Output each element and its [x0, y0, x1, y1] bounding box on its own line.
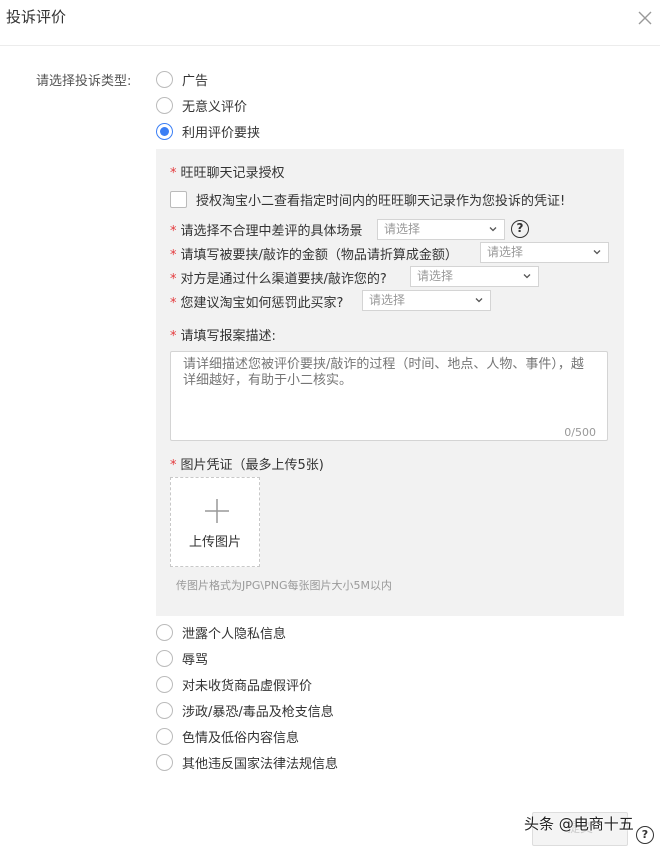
header-divider: [0, 45, 660, 46]
required-mark: *: [170, 248, 177, 263]
select-value: 请选择: [384, 222, 421, 236]
complaint-type-label: 请选择投诉类型:: [36, 74, 132, 89]
wangwang-auth-checkbox-label: 授权淘宝小二查看指定时间内的旺旺聊天记录作为您投诉的凭证!: [196, 194, 566, 209]
upload-image-button[interactable]: 上传图片: [170, 477, 260, 567]
option-label: 其他违反国家法律法规信息: [182, 756, 339, 772]
chevron-down-icon: [475, 298, 483, 303]
punish-label: * 您建议淘宝如何惩罚此买家?: [170, 296, 344, 311]
option-label: 色情及低俗内容信息: [182, 730, 300, 746]
select-value: 请选择: [369, 293, 406, 307]
amount-label: * 请填写被要挟/敲诈的金额（物品请折算成金额）: [170, 248, 458, 263]
close-icon[interactable]: [636, 9, 654, 27]
upload-hint: 传图片格式为JPG\PNG每张图片大小5M以内: [176, 579, 392, 592]
required-mark: *: [170, 458, 177, 473]
radio-button[interactable]: [156, 701, 173, 719]
chevron-down-icon: [523, 274, 531, 279]
radio-button[interactable]: [156, 96, 173, 114]
radio-button-selected[interactable]: [156, 122, 173, 140]
required-mark: *: [170, 329, 177, 344]
radio-button[interactable]: [156, 675, 173, 693]
option-politics-violence[interactable]: 涉政/暴恐/毒品及枪支信息: [156, 700, 334, 720]
char-counter: 0/500: [564, 426, 596, 439]
help-icon[interactable]: ?: [511, 220, 529, 238]
plus-icon: [205, 499, 229, 523]
amount-select[interactable]: 请选择: [480, 242, 609, 263]
required-mark: *: [170, 224, 177, 239]
scenario-select[interactable]: 请选择: [377, 219, 505, 240]
radio-button[interactable]: [156, 753, 173, 771]
option-label: 辱骂: [182, 652, 209, 668]
option-pornography[interactable]: 色情及低俗内容信息: [156, 726, 299, 746]
report-textarea[interactable]: [170, 351, 608, 441]
dialog-title: 投诉评价: [6, 8, 67, 26]
option-label: 利用评价要挟: [182, 125, 261, 141]
radio-button[interactable]: [156, 649, 173, 667]
option-label: 无意义评价: [182, 99, 248, 115]
proof-label: * 图片凭证（最多上传5张): [170, 458, 324, 473]
option-label: 广告: [182, 73, 209, 89]
option-abuse[interactable]: 辱骂: [156, 648, 208, 668]
option-label: 对未收货商品虚假评价: [182, 678, 313, 694]
scenario-label: * 请选择不合理中差评的具体场景: [170, 224, 363, 239]
report-label: * 请填写报案描述:: [170, 329, 276, 344]
option-label: 涉政/暴恐/毒品及枪支信息: [182, 704, 334, 720]
radio-button[interactable]: [156, 623, 173, 641]
help-icon[interactable]: ?: [636, 826, 654, 844]
option-privacy-leak[interactable]: 泄露个人隐私信息: [156, 622, 286, 642]
required-mark: *: [170, 272, 177, 287]
wangwang-auth-checkbox[interactable]: [170, 191, 187, 208]
radio-button[interactable]: [156, 727, 173, 745]
required-mark: *: [170, 166, 177, 181]
extortion-detail-panel: * 旺旺聊天记录授权 授权淘宝小二查看指定时间内的旺旺聊天记录作为您投诉的凭证! …: [156, 149, 624, 616]
upload-label: 上传图片: [188, 535, 241, 550]
option-ad[interactable]: 广告: [156, 69, 208, 89]
option-meaningless[interactable]: 无意义评价: [156, 95, 247, 115]
chevron-down-icon: [489, 227, 497, 232]
select-value: 请选择: [417, 269, 454, 283]
option-fake-review[interactable]: 对未收货商品虚假评价: [156, 674, 312, 694]
select-value: 请选择: [487, 245, 524, 259]
channel-label: * 对方是通过什么渠道要挟/敲诈您的?: [170, 272, 387, 287]
wangwang-auth-title: * 旺旺聊天记录授权: [170, 166, 285, 181]
watermark: 头条 @电商十五: [524, 815, 634, 833]
required-mark: *: [170, 296, 177, 311]
option-extortion[interactable]: 利用评价要挟: [156, 121, 260, 141]
option-label: 泄露个人隐私信息: [182, 626, 287, 642]
punish-select[interactable]: 请选择: [362, 290, 491, 311]
radio-button[interactable]: [156, 70, 173, 88]
option-illegal-other[interactable]: 其他违反国家法律法规信息: [156, 752, 338, 772]
channel-select[interactable]: 请选择: [410, 266, 539, 287]
chevron-down-icon: [593, 250, 601, 255]
